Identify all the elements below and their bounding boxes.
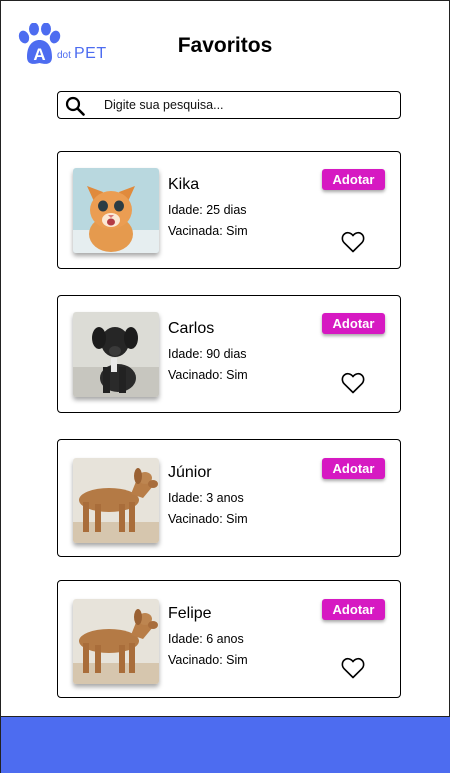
pet-name: Kika [168, 176, 200, 193]
pet-vaccinated: Vacinado: Sim [168, 512, 248, 526]
pet-card: Felipe Idade: 6 anos Vacinado: Sim Adota… [57, 580, 401, 698]
pet-card: Carlos Idade: 90 dias Vacinado: Sim Adot… [57, 295, 401, 413]
heart-icon[interactable] [341, 657, 365, 679]
search-icon[interactable] [65, 96, 85, 116]
search-bar [57, 91, 401, 119]
pet-name: Felipe [168, 605, 212, 622]
app-screen: A dot PET Favoritos Digite sua pesquisa.… [0, 0, 450, 773]
pet-photo [73, 458, 159, 543]
pet-age: Idade: 90 dias [168, 347, 247, 361]
adopt-button[interactable]: Adotar [322, 313, 385, 334]
pet-photo [73, 312, 159, 397]
pet-card: Júnior Idade: 3 anos Vacinado: Sim Adota… [57, 439, 401, 557]
pet-photo [73, 168, 159, 253]
pet-photo [73, 599, 159, 684]
search-input[interactable] [104, 96, 384, 114]
bottom-navigation-bar [1, 716, 450, 773]
pet-age: Idade: 3 anos [168, 491, 244, 505]
pet-name: Carlos [168, 320, 215, 337]
adopt-button[interactable]: Adotar [322, 599, 385, 620]
adopt-button[interactable]: Adotar [322, 169, 385, 190]
adopt-button[interactable]: Adotar [322, 458, 385, 479]
heart-icon[interactable] [341, 231, 365, 253]
pet-age: Idade: 25 dias [168, 203, 247, 217]
pet-vaccinated: Vacinado: Sim [168, 368, 248, 382]
heart-icon[interactable] [341, 372, 365, 394]
pet-name: Júnior [168, 464, 212, 481]
pet-vaccinated: Vacinado: Sim [168, 653, 248, 667]
pet-card: Kika Idade: 25 dias Vacinada: Sim Adotar [57, 151, 401, 269]
page-title: Favoritos [177, 34, 273, 57]
pet-age: Idade: 6 anos [168, 632, 244, 646]
pet-vaccinated: Vacinada: Sim [168, 224, 248, 238]
